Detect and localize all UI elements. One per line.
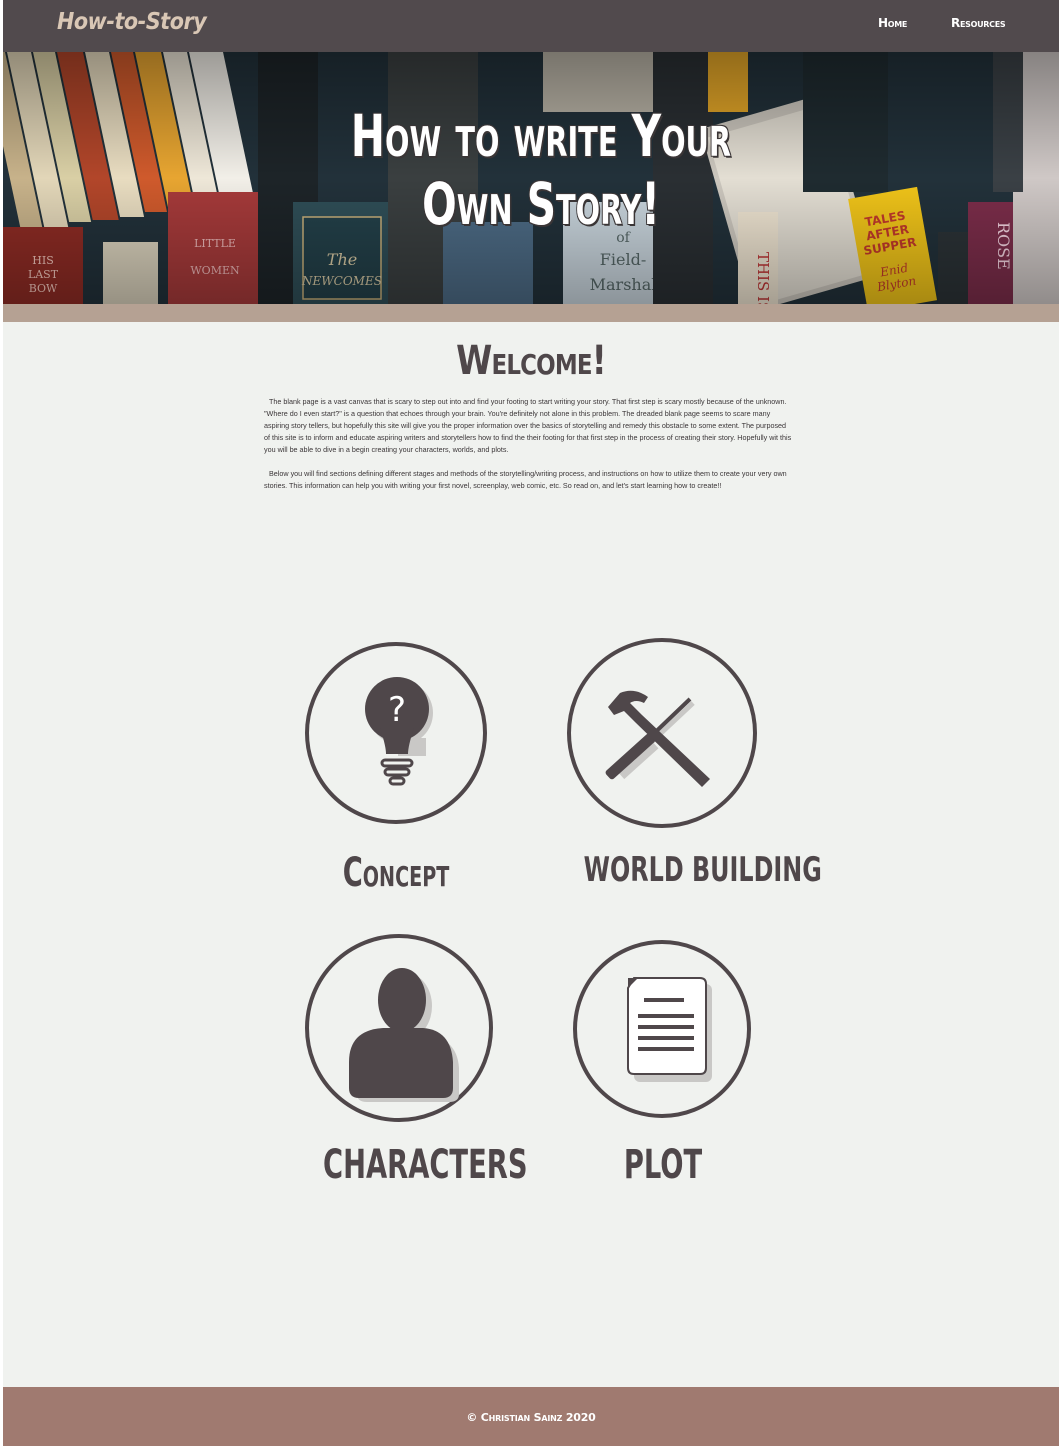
person-icon — [349, 968, 459, 1102]
document-icon — [627, 977, 712, 1082]
footer: © Christian Sainz 2020 — [3, 1387, 1059, 1446]
accent-strip — [3, 304, 1059, 322]
concept-circle[interactable]: ? — [305, 642, 487, 824]
site-logo[interactable]: How-to-Story — [57, 9, 207, 35]
lightbulb-question-icon: ? — [365, 677, 433, 786]
plot-circle[interactable] — [573, 940, 751, 1118]
concept-label[interactable]: Concept — [325, 850, 466, 896]
world-building-circle[interactable] — [567, 638, 757, 828]
hero-title-line2: Own Story! — [422, 170, 660, 238]
card-plot[interactable]: PLOT — [571, 938, 755, 1198]
svg-text:?: ? — [388, 690, 406, 730]
page: How-to-Story Home Resources How to write… — [3, 0, 1059, 1446]
hammer-screwdriver-icon — [605, 690, 710, 787]
intro-paragraph-2: Below you will find sections defining di… — [264, 469, 787, 490]
world-building-label[interactable]: WORLD BUILDING — [584, 850, 822, 890]
intro-paragraph-1: The blank page is a vast canvas that is … — [264, 397, 792, 454]
intro-text: The blank page is a vast canvas that is … — [264, 396, 792, 504]
card-world-building[interactable]: WORLD BUILDING — [561, 636, 822, 896]
card-characters[interactable]: CHARACTERS — [299, 934, 528, 1194]
card-concept[interactable]: ? Concept — [303, 640, 489, 900]
characters-circle[interactable] — [305, 934, 493, 1122]
hero-banner: The NEWCOMES of Field- Marshal THIS ISL … — [3, 52, 1059, 304]
copyright-text: © Christian Sainz 2020 — [466, 1411, 596, 1424]
hero-title-line1: How to write Your — [350, 102, 732, 170]
top-navbar: How-to-Story Home Resources — [3, 0, 1059, 52]
plot-label[interactable]: PLOT — [593, 1142, 733, 1188]
nav-link-home[interactable]: Home — [878, 16, 907, 30]
nav-link-resources[interactable]: Resources — [951, 16, 1006, 30]
hero-title: How to write Your Own Story! — [301, 102, 781, 238]
welcome-heading: Welcome! — [456, 338, 607, 384]
characters-label[interactable]: CHARACTERS — [323, 1142, 528, 1188]
